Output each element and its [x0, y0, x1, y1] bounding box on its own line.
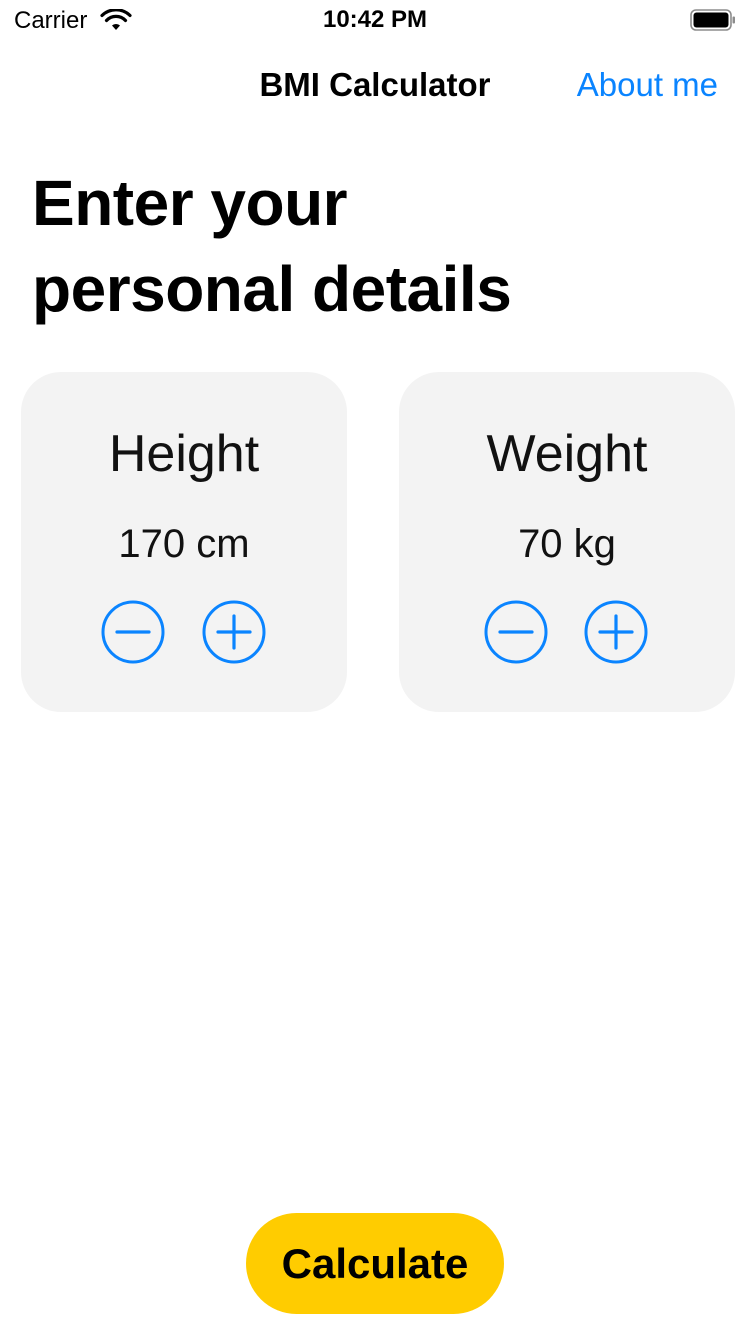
status-time: 10:42 PM: [322, 6, 428, 33]
height-title: Height: [108, 425, 260, 483]
plus-circle-icon: [202, 600, 266, 664]
weight-decrement-button[interactable]: [484, 600, 548, 664]
heading-line-1: Enter your: [32, 167, 348, 239]
heading-line-2: personal details: [32, 253, 512, 325]
height-increment-button[interactable]: [202, 600, 266, 664]
minus-circle-icon: [484, 600, 548, 664]
page-heading: Enter your personal details: [32, 160, 632, 332]
plus-circle-icon: [584, 600, 648, 664]
weight-card: Weight 70 kg: [399, 372, 735, 712]
calculate-button[interactable]: Calculate: [246, 1213, 504, 1314]
status-bar: Carrier 10:42 PM: [0, 0, 750, 40]
height-decrement-button[interactable]: [101, 600, 165, 664]
battery-icon: [690, 9, 735, 31]
weight-title: Weight: [486, 425, 648, 483]
minus-circle-icon: [101, 600, 165, 664]
height-card: Height 170 cm: [21, 372, 347, 712]
navigation-bar: BMI Calculator About me: [0, 50, 750, 120]
weight-value: 70 kg: [518, 522, 616, 566]
about-me-button[interactable]: About me: [577, 66, 718, 104]
weight-increment-button[interactable]: [584, 600, 648, 664]
height-value: 170 cm: [118, 522, 250, 566]
